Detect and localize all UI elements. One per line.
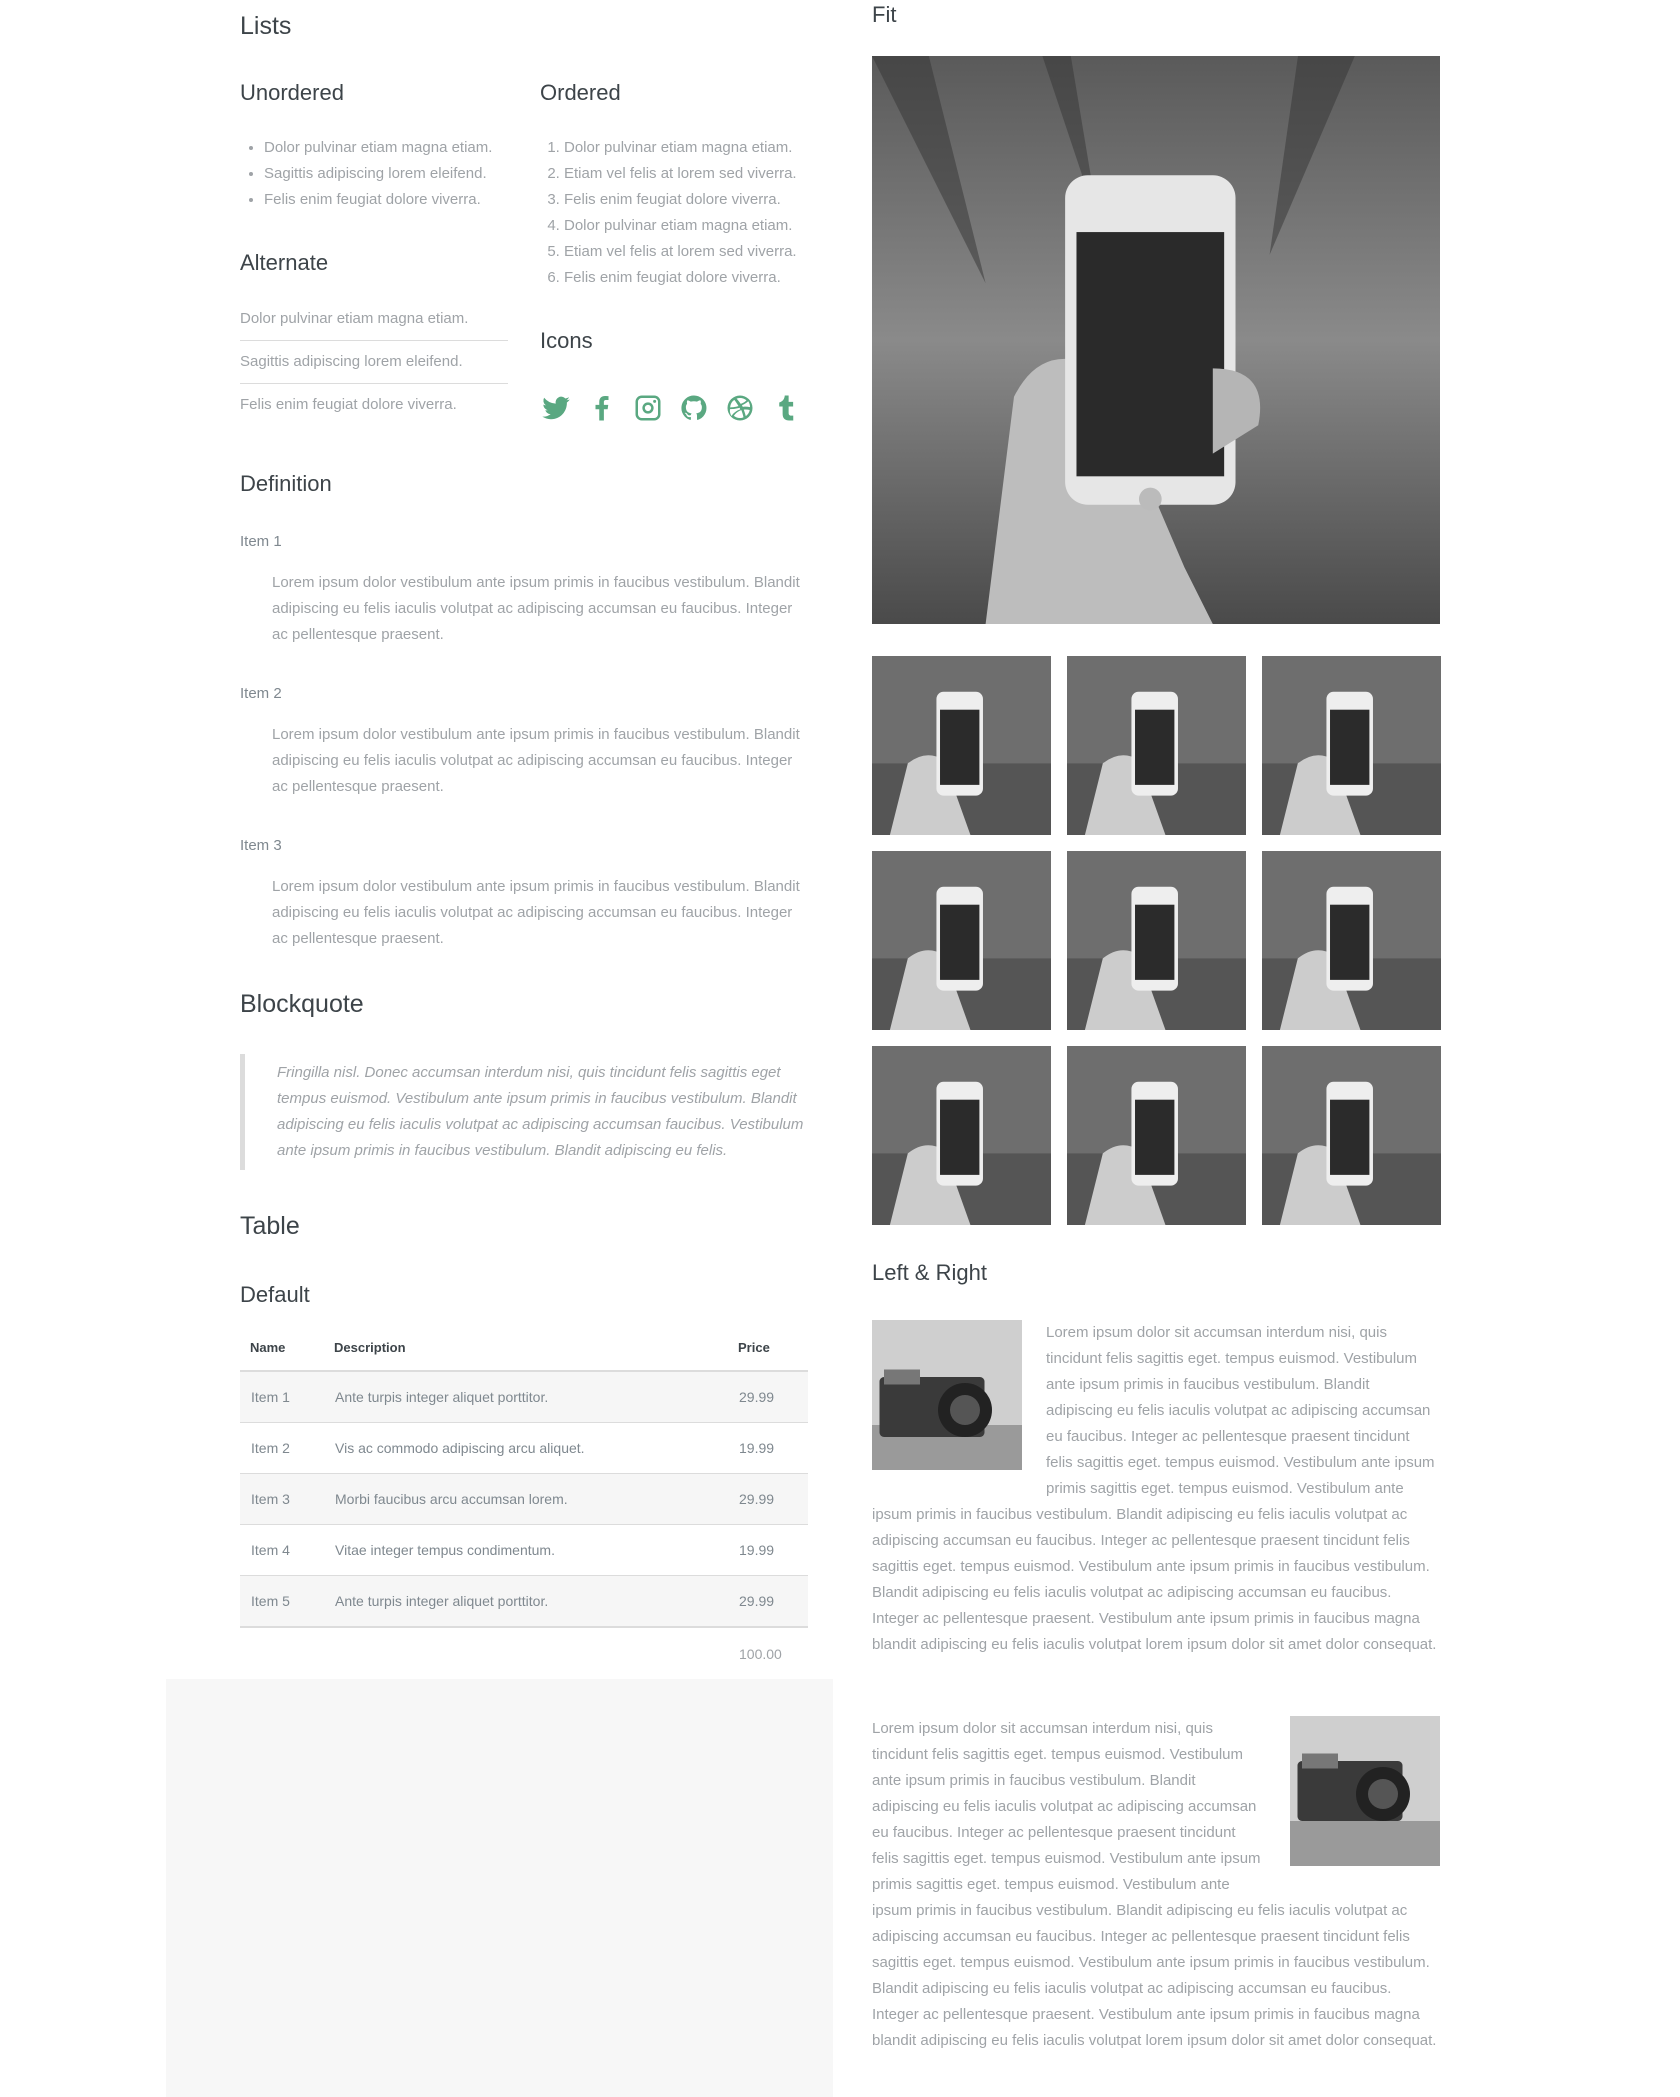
table-cell: 19.99 (728, 1422, 808, 1474)
photo-thumbnail (1067, 851, 1246, 1030)
list-item: Sagittis adipiscing lorem eleifend. (240, 340, 508, 383)
table-row: Item 3 Morbi faucibus arcu accumsan lore… (240, 1473, 808, 1525)
photo-thumbnail (1262, 656, 1441, 835)
table-row: Item 2 Vis ac commodo adipiscing arcu al… (240, 1422, 808, 1474)
table-cell: Vis ac commodo adipiscing arcu aliquet. (324, 1422, 728, 1474)
table-total: 100.00 (739, 1646, 782, 1662)
lists-heading: Lists (240, 12, 292, 40)
data-table: Name Description Price Item 1 Ante turpi… (240, 1324, 808, 1680)
dribbble-icon[interactable] (724, 392, 756, 424)
table-cell: Ante turpis integer aliquet porttitor. (324, 1575, 728, 1628)
table-cell: 29.99 (728, 1575, 808, 1628)
github-icon[interactable] (678, 392, 710, 424)
photo-thumbnail (1262, 1046, 1441, 1225)
table-header-name: Name (240, 1324, 324, 1372)
photo-thumbnail (872, 656, 1051, 835)
table-cell: Vitae integer tempus condimentum. (324, 1524, 728, 1576)
tumblr-icon[interactable] (770, 392, 802, 424)
camera-photo (1290, 1716, 1440, 1866)
left-right-heading: Left & Right (872, 1260, 987, 1285)
list-item: Felis enim feugiat dolore viverra. (264, 187, 492, 213)
photo-thumbnail (872, 851, 1051, 1030)
hand-phone-photo (872, 56, 1440, 624)
table-cell: Item 5 (240, 1575, 324, 1628)
list-item: Felis enim feugiat dolore viverra. (564, 187, 797, 213)
twitter-icon[interactable] (540, 392, 572, 424)
facebook-icon[interactable] (586, 392, 618, 424)
alternate-list: Dolor pulvinar etiam magna etiam. Sagitt… (240, 298, 508, 426)
photo-thumbnail (1067, 656, 1246, 835)
table-cell: Item 2 (240, 1422, 324, 1474)
camera-photo (872, 1320, 1022, 1470)
unordered-list: Dolor pulvinar etiam magna etiam. Sagitt… (240, 135, 492, 213)
list-item: Dolor pulvinar etiam magna etiam. (240, 310, 469, 327)
alternate-heading: Alternate (240, 250, 329, 275)
list-item: Dolor pulvinar etiam magna etiam. (564, 135, 797, 161)
blockquote-heading: Blockquote (240, 990, 364, 1018)
blockquote: Fringilla nisl. Donec accumsan interdum … (240, 1054, 808, 1170)
table-header-description: Description (324, 1324, 728, 1372)
list-item: Dolor pulvinar etiam magna etiam. (264, 135, 492, 161)
definition-term: Item 1 (240, 533, 282, 550)
definition-description: Lorem ipsum dolor vestibulum ante ipsum … (272, 726, 800, 795)
table-subheading: Default (240, 1282, 310, 1307)
icons-heading: Icons (540, 328, 593, 353)
instagram-icon[interactable] (632, 392, 664, 424)
list-item: Felis enim feugiat dolore viverra. (564, 265, 797, 291)
table-cell: Item 3 (240, 1473, 324, 1525)
photo-thumbnail (872, 1046, 1051, 1225)
ordered-heading: Ordered (540, 80, 621, 105)
right-aligned-image-paragraph: Lorem ipsum dolor sit accumsan interdum … (872, 1716, 1440, 2054)
table-cell: Morbi faucibus arcu accumsan lorem. (324, 1473, 728, 1525)
list-item: Etiam vel felis at lorem sed viverra. (564, 161, 797, 187)
gray-background-panel (166, 1679, 833, 2097)
list-item: Sagittis adipiscing lorem eleifend. (264, 161, 492, 187)
photo-thumbnail (1262, 851, 1441, 1030)
photo-thumbnail (1067, 1046, 1246, 1225)
table-cell: Item 1 (240, 1371, 324, 1423)
definition-description: Lorem ipsum dolor vestibulum ante ipsum … (272, 574, 800, 643)
table-row: Item 1 Ante turpis integer aliquet portt… (240, 1371, 808, 1423)
ordered-list: Dolor pulvinar etiam magna etiam. Etiam … (540, 135, 797, 291)
definition-term: Item 3 (240, 837, 282, 854)
table-header-price: Price (728, 1324, 808, 1372)
table-cell: 19.99 (728, 1524, 808, 1576)
definition-description: Lorem ipsum dolor vestibulum ante ipsum … (272, 878, 800, 947)
list-item: Dolor pulvinar etiam magna etiam. (564, 213, 797, 239)
table-heading: Table (240, 1212, 300, 1240)
left-aligned-image-paragraph: Lorem ipsum dolor sit accumsan interdum … (872, 1320, 1440, 1658)
definition-heading: Definition (240, 471, 332, 496)
fit-heading: Fit (872, 2, 897, 27)
definition-term: Item 2 (240, 685, 282, 702)
table-row: Item 5 Ante turpis integer aliquet portt… (240, 1575, 808, 1628)
list-item: Felis enim feugiat dolore viverra. (240, 383, 508, 426)
list-item: Etiam vel felis at lorem sed viverra. (564, 239, 797, 265)
social-icons (540, 392, 802, 424)
table-cell: 29.99 (728, 1371, 808, 1423)
table-cell: 29.99 (728, 1473, 808, 1525)
table-cell: Ante turpis integer aliquet porttitor. (324, 1371, 728, 1423)
table-cell: Item 4 (240, 1524, 324, 1576)
table-row: Item 4 Vitae integer tempus condimentum.… (240, 1524, 808, 1576)
unordered-heading: Unordered (240, 80, 344, 105)
